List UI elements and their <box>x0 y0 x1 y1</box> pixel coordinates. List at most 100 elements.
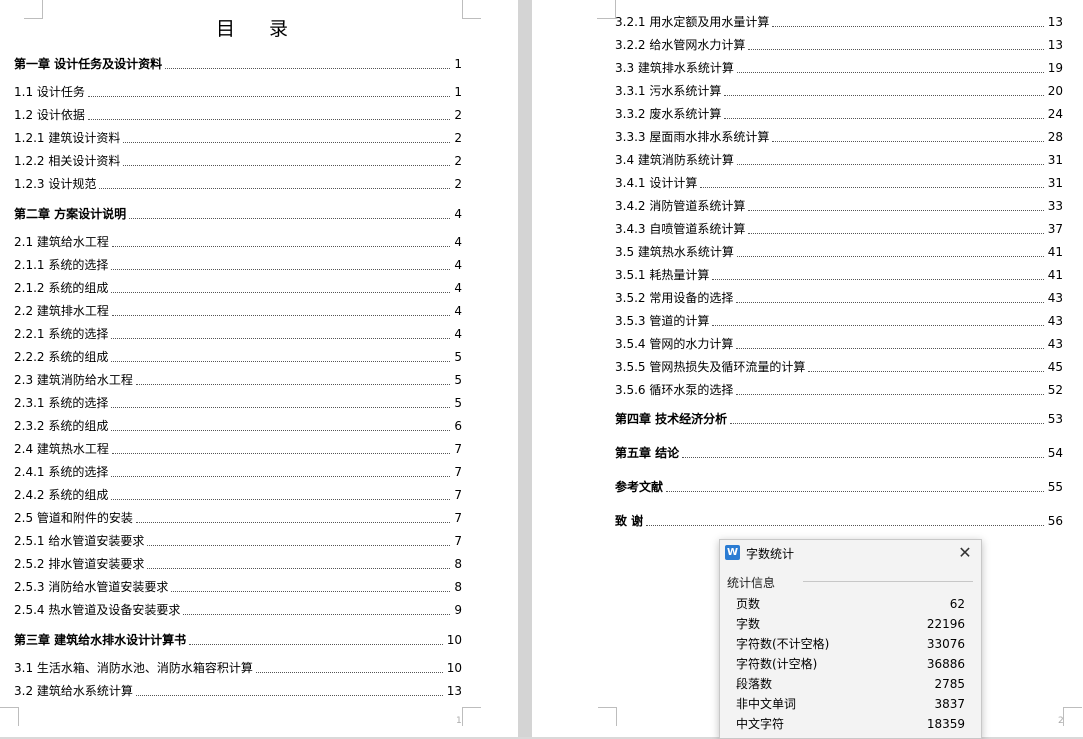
dot-leader <box>171 590 451 592</box>
dot-leader <box>748 209 1044 211</box>
toc-entry[interactable]: 3.4.3 自喷管道系统计算 37 <box>615 222 1063 237</box>
toc-entry-text: 2.3 建筑消防给水工程 <box>14 373 133 387</box>
toc-entry[interactable]: 2.1 建筑给水工程 4 <box>14 235 462 250</box>
toc-entry[interactable]: 1.2.1 建筑设计资料 2 <box>14 131 462 146</box>
toc-entry[interactable]: 3.3.2 废水系统计算 24 <box>615 107 1063 122</box>
dot-leader <box>111 360 451 362</box>
toc-entry-page: 54 <box>1047 446 1063 460</box>
toc-entry[interactable]: 3.4 建筑消防系统计算 31 <box>615 153 1063 168</box>
toc-entry-text: 2.4.1 系统的选择 <box>14 465 109 479</box>
toc-entry[interactable]: 2.2.1 系统的选择 4 <box>14 327 462 342</box>
dot-leader <box>700 186 1044 188</box>
dot-leader <box>748 232 1044 234</box>
toc-entry-text: 2.2 建筑排水工程 <box>14 304 109 318</box>
toc-entry-page: 43 <box>1047 291 1063 305</box>
toc-entry-text: 第二章 方案设计说明 <box>14 207 127 221</box>
toc-entry[interactable]: 2.4.1 系统的选择 7 <box>14 465 462 480</box>
toc-entry-text: 3.5.2 常用设备的选择 <box>615 291 734 305</box>
toc-entry[interactable]: 3.2.1 用水定额及用水量计算 13 <box>615 15 1063 30</box>
toc-entry[interactable]: 2.5.3 消防给水管道安装要求 8 <box>14 580 462 595</box>
toc-entry-text: 3.5.6 循环水泵的选择 <box>615 383 734 397</box>
toc-entry[interactable]: 3.5.6 循环水泵的选择 52 <box>615 383 1063 398</box>
toc-chapter-entry[interactable]: 第三章 建筑给水排水设计计算书 10 <box>14 633 462 648</box>
toc-entry[interactable]: 2.2 建筑排水工程 4 <box>14 304 462 319</box>
toc-entry[interactable]: 3.2.2 给水管网水力计算 13 <box>615 38 1063 53</box>
toc-entry[interactable]: 3.5.5 管网热损失及循环流量的计算 45 <box>615 360 1063 375</box>
toc-entry[interactable]: 3.3.1 污水系统计算 20 <box>615 84 1063 99</box>
toc-entry-page: 6 <box>454 419 462 433</box>
toc-chapter-entry[interactable]: 致 谢 56 <box>615 514 1063 529</box>
toc-entry-text: 第三章 建筑给水排水设计计算书 <box>14 633 187 647</box>
toc-chapter-entry[interactable]: 第五章 结论 54 <box>615 446 1063 461</box>
toc-chapter-entry[interactable]: 第一章 设计任务及设计资料 1 <box>14 57 462 72</box>
toc-entry[interactable]: 2.4.2 系统的组成 7 <box>14 488 462 503</box>
toc-entry[interactable]: 1.2.3 设计规范 2 <box>14 177 462 192</box>
toc-entry-text: 1.2.1 建筑设计资料 <box>14 131 121 145</box>
toc-entry[interactable]: 2.3.1 系统的选择 5 <box>14 396 462 411</box>
toc-entry[interactable]: 2.5.1 给水管道安装要求 7 <box>14 534 462 549</box>
page-number: 1 <box>456 716 462 726</box>
dot-leader <box>111 498 451 500</box>
toc-entry-page: 24 <box>1047 107 1063 121</box>
toc-entry[interactable]: 3.2 建筑给水系统计算 13 <box>14 684 462 699</box>
toc-entry[interactable]: 1.1 设计任务 1 <box>14 85 462 100</box>
toc-entry[interactable]: 2.4 建筑热水工程 7 <box>14 442 462 457</box>
toc-entry-page: 45 <box>1047 360 1063 374</box>
close-icon[interactable]: ✕ <box>955 543 975 563</box>
toc-entry[interactable]: 3.5.1 耗热量计算 41 <box>615 268 1063 283</box>
toc-chapter-entry[interactable]: 参考文献 55 <box>615 480 1063 495</box>
toc-entry-text: 1.2.3 设计规范 <box>14 177 97 191</box>
toc-chapter-entry[interactable]: 第四章 技术经济分析 53 <box>615 412 1063 427</box>
toc-entry[interactable]: 2.5 管道和附件的安装 7 <box>14 511 462 526</box>
dot-leader <box>189 643 443 645</box>
dot-leader <box>99 187 451 189</box>
toc-entry[interactable]: 3.3 建筑排水系统计算 19 <box>615 61 1063 76</box>
toc-entry-text: 2.5.2 排水管道安装要求 <box>14 557 145 571</box>
toc-entry[interactable]: 3.4.2 消防管道系统计算 33 <box>615 199 1063 214</box>
toc-entry[interactable]: 2.1.2 系统的组成 4 <box>14 281 462 296</box>
toc-entry-text: 2.4 建筑热水工程 <box>14 442 109 456</box>
stat-value: 33076 <box>926 637 965 651</box>
stat-value: 18359 <box>926 717 965 731</box>
toc-entry-page: 2 <box>454 177 462 191</box>
toc-entry-text: 1.1 设计任务 <box>14 85 85 99</box>
stat-row: 字数 22196 <box>736 616 965 632</box>
dot-leader <box>147 567 451 569</box>
toc-entry[interactable]: 2.5.4 热水管道及设备安装要求 9 <box>14 603 462 618</box>
word-count-dialog[interactable]: W 字数统计 ✕ 统计信息 页数 62 字数 22196 字符数(不计空格) 33076 字… <box>719 539 982 739</box>
dot-leader <box>748 48 1044 50</box>
toc-entry[interactable]: 2.3.2 系统的组成 6 <box>14 419 462 434</box>
crop-mark <box>597 0 616 19</box>
stat-row: 字符数(不计空格) 33076 <box>736 636 965 652</box>
stat-row: 段落数 2785 <box>736 676 965 692</box>
toc-entry[interactable]: 3.5.4 管网的水力计算 43 <box>615 337 1063 352</box>
wps-writer-icon: W <box>725 545 740 560</box>
toc-entry[interactable]: 3.4.1 设计计算 31 <box>615 176 1063 191</box>
toc-entry[interactable]: 2.5.2 排水管道安装要求 8 <box>14 557 462 572</box>
toc-entry[interactable]: 1.2.2 相关设计资料 2 <box>14 154 462 169</box>
dot-leader <box>724 94 1044 96</box>
toc-entry-page: 28 <box>1047 130 1063 144</box>
toc-entry-page: 5 <box>454 396 462 410</box>
toc-entry[interactable]: 3.5.3 管道的计算 43 <box>615 314 1063 329</box>
toc-entry[interactable]: 3.5 建筑热水系统计算 41 <box>615 245 1063 260</box>
toc-entry-text: 3.3 建筑排水系统计算 <box>615 61 734 75</box>
dot-leader <box>111 406 451 408</box>
dot-leader <box>646 524 1044 526</box>
stat-row: 非中文单词 3837 <box>736 696 965 712</box>
toc-entry-text: 第四章 技术经济分析 <box>615 412 728 426</box>
toc-entry[interactable]: 3.3.3 屋面雨水排水系统计算 28 <box>615 130 1063 145</box>
toc-entry[interactable]: 2.1.1 系统的选择 4 <box>14 258 462 273</box>
toc-entry[interactable]: 2.2.2 系统的组成 5 <box>14 350 462 365</box>
toc-entry[interactable]: 3.1 生活水箱、消防水池、消防水箱容积计算 10 <box>14 661 462 676</box>
dot-leader <box>111 245 451 247</box>
toc-chapter-entry[interactable]: 第二章 方案设计说明 4 <box>14 207 462 222</box>
toc-entry[interactable]: 2.3 建筑消防给水工程 5 <box>14 373 462 388</box>
toc-entry-text: 2.1 建筑给水工程 <box>14 235 109 249</box>
toc-entry[interactable]: 3.5.2 常用设备的选择 43 <box>615 291 1063 306</box>
toc-entry-text: 3.4.1 设计计算 <box>615 176 698 190</box>
dialog-titlebar[interactable]: W 字数统计 ✕ <box>720 540 981 566</box>
toc-entry-text: 2.4.2 系统的组成 <box>14 488 109 502</box>
toc-entry-text: 2.2.2 系统的组成 <box>14 350 109 364</box>
toc-entry[interactable]: 1.2 设计依据 2 <box>14 108 462 123</box>
